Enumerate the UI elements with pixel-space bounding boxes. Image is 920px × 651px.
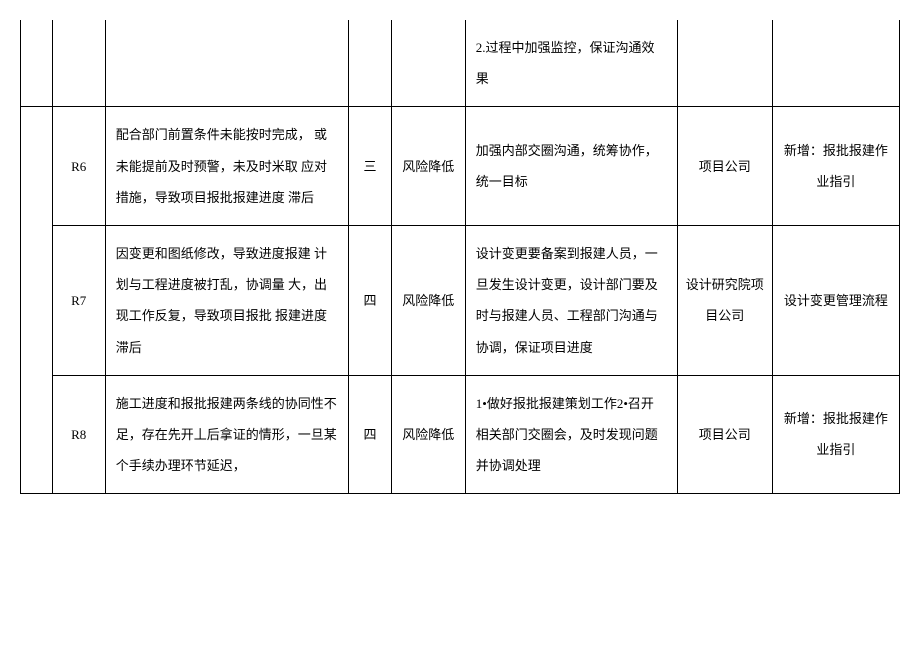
cell-measures: 设计变更要备案到报建人员，一旦发生设计变更，设计部门要及时与报建人员、工程部门沟… (465, 225, 677, 375)
cell-level: 四 (349, 225, 391, 375)
cell-measures: 加强内部交圈沟通，统筹协作，统一目标 (465, 107, 677, 226)
cell-strategy: 风险降低 (391, 107, 465, 226)
cell-description: 因变更和图纸修改，导致进度报建 计划与工程进度被打乱，协调量 大，出现工作反复，… (105, 225, 349, 375)
cell-department (677, 20, 772, 107)
cell-note: 设计变更管理流程 (772, 225, 899, 375)
cell-note: 新增：报批报建作业指引 (772, 375, 899, 494)
cell-gap (21, 20, 53, 107)
cell-department: 设计研究院项目公司 (677, 225, 772, 375)
table-row: R6 配合部门前置条件未能按时完成， 或未能提前及时预警，未及时米取 应对措施，… (21, 107, 900, 226)
document-table-container: 2.过程中加强监控，保证沟通效果 R6 配合部门前置条件未能按时完成， 或未能提… (20, 20, 900, 494)
cell-strategy: 风险降低 (391, 375, 465, 494)
risk-table: 2.过程中加强监控，保证沟通效果 R6 配合部门前置条件未能按时完成， 或未能提… (20, 20, 900, 494)
table-row: R7 因变更和图纸修改，导致进度报建 计划与工程进度被打乱，协调量 大，出现工作… (21, 225, 900, 375)
cell-gap (21, 107, 53, 494)
cell-department: 项目公司 (677, 375, 772, 494)
cell-measures: 1•做好报批报建策划工作2•召开相关部门交圈会，及时发现问题并协调处理 (465, 375, 677, 494)
cell-description: 施工进度和报批报建两条线的协同性不足，存在先开丄后拿证的情形，一旦某个手续办理环… (105, 375, 349, 494)
cell-id: R6 (52, 107, 105, 226)
cell-id: R8 (52, 375, 105, 494)
cell-department: 项目公司 (677, 107, 772, 226)
cell-strategy: 风险降低 (391, 225, 465, 375)
cell-strategy (391, 20, 465, 107)
cell-id: R7 (52, 225, 105, 375)
cell-level (349, 20, 391, 107)
cell-level: 四 (349, 375, 391, 494)
cell-id (52, 20, 105, 107)
cell-measures: 2.过程中加强监控，保证沟通效果 (465, 20, 677, 107)
cell-note (772, 20, 899, 107)
table-row: 2.过程中加强监控，保证沟通效果 (21, 20, 900, 107)
cell-note: 新增：报批报建作业指引 (772, 107, 899, 226)
cell-level: 三 (349, 107, 391, 226)
cell-description (105, 20, 349, 107)
table-row: R8 施工进度和报批报建两条线的协同性不足，存在先开丄后拿证的情形，一旦某个手续… (21, 375, 900, 494)
cell-description: 配合部门前置条件未能按时完成， 或未能提前及时预警，未及时米取 应对措施，导致项… (105, 107, 349, 226)
